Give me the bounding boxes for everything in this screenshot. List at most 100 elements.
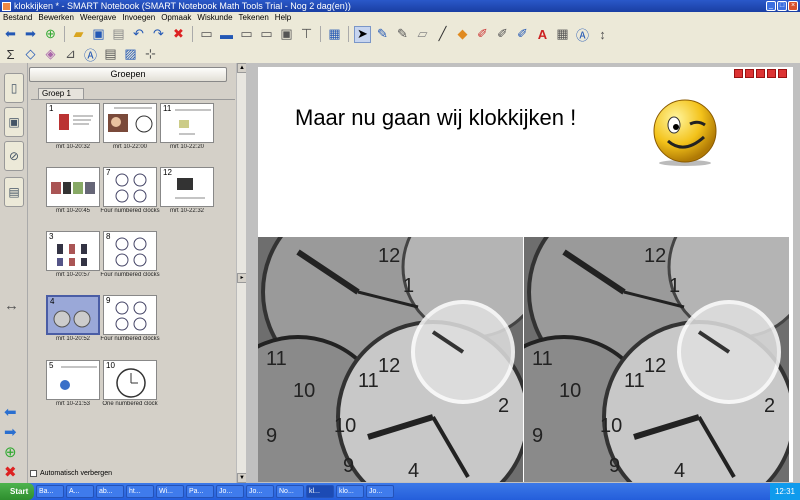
properties-tab-icon[interactable]: ▤: [4, 177, 24, 207]
notebook-page[interactable]: Maar nu gaan wij klokkijken ! 11 10 9 11…: [258, 67, 793, 482]
menu-help[interactable]: Help: [272, 12, 294, 23]
fill-icon[interactable]: ✐: [494, 26, 511, 43]
text-grid-icon[interactable]: ▦: [554, 26, 571, 43]
display-icon[interactable]: ▭: [238, 26, 255, 43]
page-control-button[interactable]: [778, 69, 787, 78]
page-thumbnail[interactable]: 9: [103, 295, 157, 335]
full-screen-icon[interactable]: ▬: [218, 26, 235, 43]
delete-icon[interactable]: ✖: [170, 26, 187, 43]
font-tool-icon[interactable]: Ⓐ: [82, 46, 99, 63]
sigma-icon[interactable]: Σ: [2, 46, 19, 63]
taskbar-item[interactable]: A...: [66, 485, 94, 498]
page-thumbnail[interactable]: [46, 167, 100, 207]
magic-pen-icon[interactable]: ✐: [474, 26, 491, 43]
shapes-icon[interactable]: ◆: [454, 26, 471, 43]
eraser-tool-icon[interactable]: ◈: [42, 46, 59, 63]
page-control-button[interactable]: [745, 69, 754, 78]
select-pointer-icon[interactable]: ➤: [354, 25, 371, 43]
back-arrow-icon[interactable]: ⬅: [2, 26, 19, 43]
clock-collage-image[interactable]: 11109 111210 924 121: [258, 237, 523, 482]
taskbar-item[interactable]: Pa...: [186, 485, 214, 498]
screen-capture-icon[interactable]: ▣: [278, 26, 295, 43]
line-icon[interactable]: ╱: [434, 26, 451, 43]
document-camera-icon[interactable]: ⊤: [298, 26, 315, 43]
groups-button[interactable]: Groepen: [29, 67, 227, 82]
taskbar-item[interactable]: ht...: [126, 485, 154, 498]
page-thumbnail[interactable]: 12: [160, 167, 214, 207]
table-tool-icon[interactable]: ▤: [102, 46, 119, 63]
page-thumbnail[interactable]: 3: [46, 231, 100, 271]
taskbar-item[interactable]: Ba...: [36, 485, 64, 498]
taskbar-item[interactable]: No...: [276, 485, 304, 498]
page-heading[interactable]: Maar nu gaan wij klokkijken !: [295, 105, 576, 131]
attachments-tab-icon[interactable]: ⊘: [4, 141, 24, 171]
maximize-button[interactable]: □: [777, 1, 787, 11]
screen-shade-icon[interactable]: ▭: [198, 26, 215, 43]
group-tab[interactable]: Groep 1: [38, 88, 84, 99]
menu-wiskunde[interactable]: Wiskunde: [194, 12, 235, 23]
page-thumbnail[interactable]: 7: [103, 167, 157, 207]
page-thumbnail[interactable]: 1: [46, 103, 100, 143]
properties-icon[interactable]: ✐: [514, 26, 531, 43]
shape-icon[interactable]: ◇: [22, 46, 39, 63]
creative-pen-icon[interactable]: ✎: [394, 26, 411, 43]
redo-icon[interactable]: ↷: [150, 26, 167, 43]
clock-collage-image[interactable]: 11109 111210 924 121: [524, 237, 789, 482]
taskbar-item[interactable]: Jo...: [216, 485, 244, 498]
next-page-icon[interactable]: ➡: [4, 423, 17, 441]
page-control-button[interactable]: [767, 69, 776, 78]
autohide-option[interactable]: Automatisch verbergen: [30, 470, 112, 477]
winking-smiley-icon[interactable]: [650, 97, 720, 167]
text-icon[interactable]: A: [534, 26, 551, 43]
geometry-icon[interactable]: ⊹: [142, 46, 159, 63]
add-page-side-icon[interactable]: ⊕: [4, 443, 17, 461]
page-thumbnail[interactable]: 10: [103, 360, 157, 400]
page-thumbnail[interactable]: 8: [103, 231, 157, 271]
menu-weergave[interactable]: Weergave: [77, 12, 119, 23]
autohide-checkbox[interactable]: [30, 470, 37, 477]
taskbar-item[interactable]: Wi...: [156, 485, 184, 498]
move-toolbar-icon[interactable]: ↕: [594, 26, 611, 43]
resize-arrows-icon[interactable]: ↔: [4, 297, 19, 314]
svg-text:12: 12: [378, 355, 400, 377]
graph-icon[interactable]: ▨: [122, 46, 139, 63]
pen-icon[interactable]: ✎: [374, 26, 391, 43]
page-thumbnail-selected[interactable]: 4: [46, 295, 100, 335]
page-control-button[interactable]: [734, 69, 743, 78]
menu-bestand[interactable]: Bestand: [0, 12, 35, 23]
save-icon[interactable]: ▣: [90, 26, 107, 43]
add-page-icon[interactable]: ⊕: [42, 26, 59, 43]
menu-invoegen[interactable]: Invoegen: [119, 12, 158, 23]
open-folder-icon[interactable]: ▰: [70, 26, 87, 43]
prev-page-icon[interactable]: ⬅: [4, 403, 17, 421]
page-thumbnail[interactable]: 5: [46, 360, 100, 400]
delete-page-icon[interactable]: ✖: [4, 463, 17, 481]
eraser-icon[interactable]: ▱: [414, 26, 431, 43]
page-sorter-tab-icon[interactable]: ▯: [4, 73, 24, 103]
page-thumbnail[interactable]: [103, 103, 157, 143]
measure-icon[interactable]: ⊿: [62, 46, 79, 63]
font-icon[interactable]: Ⓐ: [574, 26, 591, 43]
menu-tekenen[interactable]: Tekenen: [236, 12, 272, 23]
start-button[interactable]: Start: [0, 483, 34, 500]
paste-icon[interactable]: ▤: [110, 26, 127, 43]
page-thumbnail[interactable]: 11: [160, 103, 214, 143]
menu-bewerken[interactable]: Bewerken: [35, 12, 77, 23]
close-button[interactable]: ×: [788, 1, 798, 11]
taskbar-item[interactable]: ab...: [96, 485, 124, 498]
minimize-button[interactable]: _: [766, 1, 776, 11]
taskbar-item[interactable]: klo...: [336, 485, 364, 498]
forward-arrow-icon[interactable]: ➡: [22, 26, 39, 43]
table-icon[interactable]: ▦: [326, 26, 343, 43]
dual-display-icon[interactable]: ▭: [258, 26, 275, 43]
taskbar-item-active[interactable]: kl...: [306, 485, 334, 498]
svg-text:11: 11: [624, 370, 645, 392]
gallery-tab-icon[interactable]: ▣: [4, 107, 24, 137]
tray-clock[interactable]: 12:31: [775, 487, 795, 496]
menu-opmaak[interactable]: Opmaak: [158, 12, 194, 23]
taskbar-item[interactable]: Jo...: [366, 485, 394, 498]
undo-icon[interactable]: ↶: [130, 26, 147, 43]
page-control-button[interactable]: [756, 69, 765, 78]
taskbar-item[interactable]: Jo...: [246, 485, 274, 498]
sorter-scrollbar[interactable]: ▲ ▸ ▼: [236, 63, 247, 483]
